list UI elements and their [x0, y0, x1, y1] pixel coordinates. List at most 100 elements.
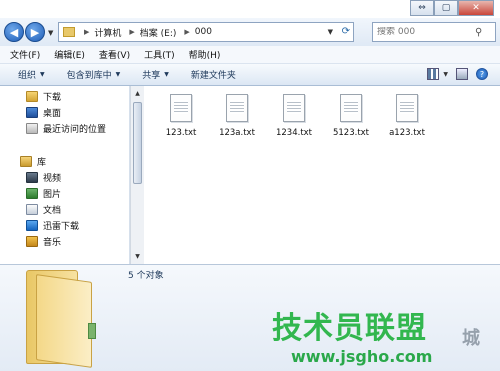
- text-file-icon: [340, 94, 362, 122]
- recent-pages-dropdown[interactable]: ▼: [48, 29, 53, 37]
- nav-item-label: 视频: [43, 174, 62, 184]
- address-dropdown-icon[interactable]: ▼: [328, 28, 333, 36]
- file-name: a123.txt: [389, 128, 425, 138]
- nav-item-label: 最近访问的位置: [43, 125, 107, 135]
- menu-bar: 文件(F) 编辑(E) 查看(V) 工具(T) 帮助(H): [0, 46, 500, 64]
- change-view-icon[interactable]: [427, 68, 440, 80]
- arrow-right-icon: ▶: [30, 25, 40, 39]
- address-row: ◀ ▶ ▼ ▶ 计算机 ▶ 档案 (E:) ▶ 000 ▼ ⟳ ⚲: [0, 18, 500, 46]
- help-icon[interactable]: ?: [476, 68, 488, 80]
- thunder-download-icon: [26, 220, 38, 231]
- nav-item-music[interactable]: 音乐: [26, 235, 61, 248]
- forward-button[interactable]: ▶: [25, 22, 45, 42]
- file-name: 123.txt: [165, 128, 197, 138]
- watermark-url: www.jsgho.com: [291, 347, 433, 366]
- chevron-right-icon[interactable]: ▶: [184, 28, 189, 36]
- nav-item-desktop[interactable]: 桌面: [26, 106, 61, 119]
- search-icon[interactable]: ⚲: [475, 27, 482, 38]
- nav-item-recent-places[interactable]: 最近访问的位置: [26, 122, 106, 135]
- chevron-right-icon[interactable]: ▶: [129, 28, 134, 36]
- search-box[interactable]: ⚲: [372, 22, 496, 42]
- file-item[interactable]: 123a.txt: [215, 94, 259, 138]
- nav-item-label: 库: [37, 158, 47, 168]
- chevron-right-icon[interactable]: ▶: [84, 28, 89, 36]
- text-file-icon: [283, 94, 305, 122]
- file-item[interactable]: a123.txt: [385, 94, 429, 138]
- text-file-icon: [396, 94, 418, 122]
- scrollbar-thumb[interactable]: [133, 102, 142, 184]
- nav-item-label: 图片: [43, 190, 62, 200]
- text-file-icon: [170, 94, 192, 122]
- share-label: 共享: [142, 71, 161, 81]
- explorer-window: ⇔ ▢ ✕ ◀ ▶ ▼ ▶ 计算机 ▶ 档案 (E:) ▶ 000 ▼ ⟳ ⚲ …: [0, 0, 500, 371]
- desktop-icon: [26, 107, 38, 118]
- close-button[interactable]: ✕: [458, 0, 494, 16]
- scroll-up-icon[interactable]: ▲: [132, 88, 143, 99]
- address-bar[interactable]: ▶ 计算机 ▶ 档案 (E:) ▶ 000 ▼ ⟳: [58, 22, 354, 42]
- new-folder-label: 新建文件夹: [190, 71, 236, 81]
- nav-item-label: 下载: [43, 93, 62, 103]
- folder-icon: [63, 27, 75, 37]
- watermark-logo: 技术员联盟: [272, 311, 427, 346]
- file-name: 123a.txt: [219, 128, 255, 138]
- navigation-pane: 下载 桌面 最近访问的位置 库 视频 图片 文档 迅雷下载 音乐: [0, 86, 130, 264]
- breadcrumb-drive-e[interactable]: 档案 (E:): [140, 26, 177, 39]
- menu-file[interactable]: 文件(F): [10, 48, 40, 61]
- nav-item-label: 文档: [43, 206, 62, 216]
- nav-item-thunder-download[interactable]: 迅雷下载: [26, 219, 79, 232]
- menu-view[interactable]: 查看(V): [99, 48, 130, 61]
- library-icon: [20, 156, 32, 167]
- menu-help[interactable]: 帮助(H): [189, 48, 221, 61]
- pictures-icon: [26, 188, 38, 199]
- dropdown-arrow-icon: ▼: [115, 71, 121, 78]
- file-item[interactable]: 1234.txt: [272, 94, 316, 138]
- preview-pane-icon[interactable]: [456, 68, 468, 80]
- folder-large-icon: [26, 268, 98, 368]
- recent-places-icon: [26, 123, 38, 134]
- scroll-down-icon[interactable]: ▼: [132, 251, 143, 262]
- nav-item-downloads[interactable]: 下载: [26, 90, 61, 103]
- back-button[interactable]: ◀: [4, 22, 24, 42]
- arrow-left-icon: ◀: [9, 25, 19, 39]
- documents-icon: [26, 204, 38, 215]
- share-button[interactable]: 共享 ▼: [142, 68, 169, 81]
- file-item[interactable]: 5123.txt: [329, 94, 373, 138]
- minimize-button[interactable]: ⇔: [410, 0, 434, 16]
- file-item[interactable]: 123.txt: [159, 94, 203, 138]
- text-file-icon: [226, 94, 248, 122]
- nav-item-label: 迅雷下载: [43, 222, 80, 232]
- maximize-button[interactable]: ▢: [434, 0, 458, 16]
- search-input[interactable]: [377, 27, 475, 37]
- view-dropdown-icon[interactable]: ▼: [443, 71, 448, 78]
- breadcrumb-000[interactable]: 000: [195, 27, 212, 37]
- organize-label: 组织: [18, 71, 37, 81]
- menu-edit[interactable]: 编辑(E): [54, 48, 85, 61]
- nav-item-pictures[interactable]: 图片: [26, 187, 61, 200]
- file-name: 1234.txt: [275, 128, 313, 138]
- music-icon: [26, 236, 38, 247]
- watermark-tail: 城: [462, 328, 480, 349]
- organize-button[interactable]: 组织 ▼: [18, 68, 45, 81]
- refresh-icon[interactable]: ⟳: [342, 26, 350, 37]
- download-folder-icon: [26, 91, 38, 102]
- nav-item-documents[interactable]: 文档: [26, 203, 61, 216]
- nav-item-label: 音乐: [43, 238, 62, 248]
- dropdown-arrow-icon: ▼: [40, 71, 45, 78]
- item-count: 5 个对象: [128, 271, 164, 281]
- include-in-library-button[interactable]: 包含到库中 ▼: [67, 68, 121, 81]
- nav-item-videos[interactable]: 视频: [26, 171, 61, 184]
- file-list: 123.txt 123a.txt 1234.txt 5123.txt a123.…: [145, 86, 500, 264]
- nav-scrollbar[interactable]: ▲ ▼: [130, 86, 144, 264]
- breadcrumb-computer[interactable]: 计算机: [94, 26, 121, 39]
- nav-item-libraries[interactable]: 库: [20, 155, 46, 168]
- include-in-library-label: 包含到库中: [66, 71, 112, 81]
- view-controls: ▼ ?: [419, 68, 488, 80]
- video-icon: [26, 172, 38, 183]
- menu-tools[interactable]: 工具(T): [144, 48, 175, 61]
- file-name: 5123.txt: [332, 128, 370, 138]
- nav-item-label: 桌面: [43, 109, 62, 119]
- dropdown-arrow-icon: ▼: [164, 71, 169, 78]
- new-folder-button[interactable]: 新建文件夹: [191, 68, 236, 81]
- command-bar: 组织 ▼ 包含到库中 ▼ 共享 ▼ 新建文件夹 ▼ ?: [0, 64, 500, 86]
- caption-buttons: ⇔ ▢ ✕: [410, 0, 494, 16]
